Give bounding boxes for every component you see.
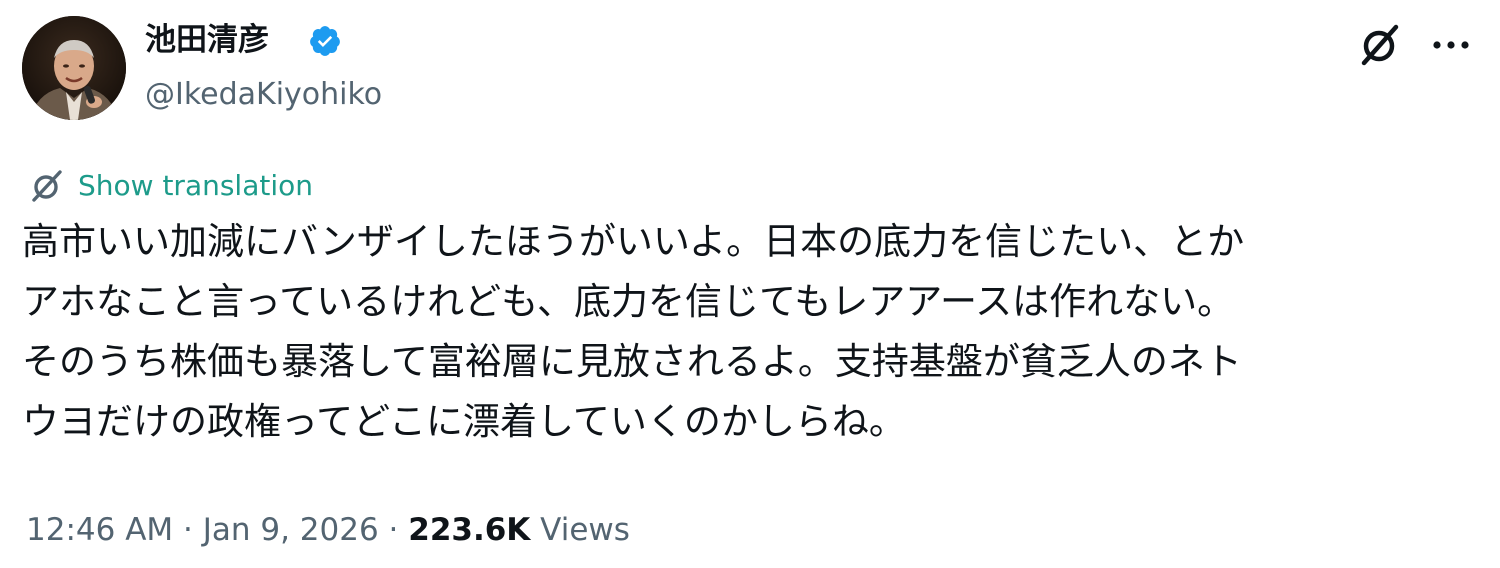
avatar-image	[22, 16, 126, 120]
translate-grok-icon	[32, 170, 62, 202]
tweet-text-line: アホなこと言っているけれども、底力を信じてもレアアースは作れない。	[22, 280, 1235, 323]
tweet-card: 池田清彦 @IkedaKiyohiko Show translation 高市い…	[0, 0, 1500, 568]
tweet-meta: 12:46 AM · Jan 9, 2026 · 223.6K Views	[26, 507, 630, 553]
tweet-text-line: そのうち株価も暴落して富裕層に見放されるよ。支持基盤が貧乏人のネト	[22, 340, 1242, 383]
author-display-name[interactable]: 池田清彦	[145, 20, 269, 60]
meta-separator: ·	[173, 512, 203, 548]
tweet-text-line: ウヨだけの政権ってどこに漂着していくのかしらね。	[22, 400, 906, 443]
tweet-date[interactable]: Jan 9, 2026	[203, 512, 379, 548]
views-label: Views	[530, 512, 630, 548]
tweet-text-line: 高市いい加減にバンザイしたほうがいいよ。日本の底力を信じたい、とか	[22, 220, 1245, 263]
grok-icon[interactable]	[1356, 21, 1404, 69]
tweet-time[interactable]: 12:46 AM	[26, 512, 173, 548]
avatar[interactable]	[22, 16, 126, 120]
show-translation-button[interactable]: Show translation	[28, 164, 313, 208]
tweet-text: 高市いい加減にバンザイしたほうがいいよ。日本の底力を信じたい、とか アホなこと言…	[22, 212, 1482, 452]
show-translation-label: Show translation	[78, 169, 314, 202]
verified-badge-icon	[310, 26, 340, 56]
views-count: 223.6K	[408, 512, 531, 548]
meta-separator: ·	[378, 512, 409, 548]
author-handle[interactable]: @IkedaKiyohiko	[145, 75, 382, 115]
more-options-icon[interactable]	[1428, 30, 1474, 60]
